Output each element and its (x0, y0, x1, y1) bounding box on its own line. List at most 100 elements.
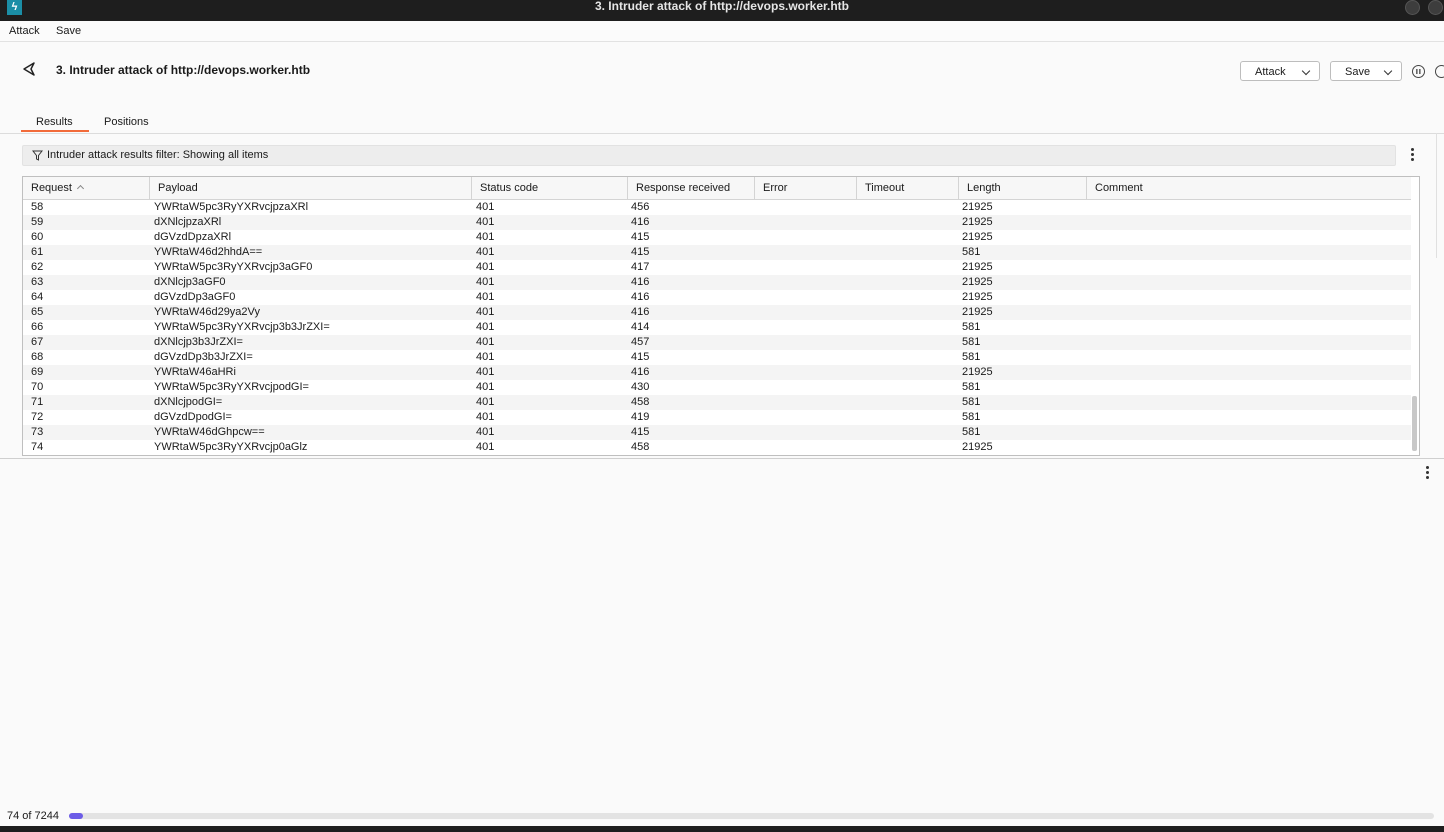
cell-request: 64 (31, 291, 44, 303)
cell-length: 581 (962, 246, 981, 258)
cell-status-code: 401 (476, 441, 495, 453)
column-header-error[interactable]: Error (755, 177, 857, 199)
column-header-timeout[interactable]: Timeout (857, 177, 959, 199)
menu-save[interactable]: Save (56, 25, 81, 37)
minimize-button[interactable] (1405, 0, 1420, 15)
table-row[interactable]: 69 YWRtaW46aHRi 401 416 21925 (23, 365, 1411, 380)
pane-splitter[interactable] (0, 458, 1444, 459)
column-header-length[interactable]: Length (959, 177, 1087, 199)
cell-payload: YWRtaW5pc3RyYXRvcjp3aGF0 (154, 261, 313, 273)
cell-status-code: 401 (476, 321, 495, 333)
results-filter-bar[interactable]: Intruder attack results filter: Showing … (22, 145, 1396, 166)
cell-payload: dXNlcjp3aGF0 (154, 276, 226, 288)
cell-length: 21925 (962, 306, 993, 318)
cell-payload: dGVzdDpodGI= (154, 411, 232, 423)
send-back-icon[interactable] (21, 61, 37, 77)
window-titlebar: ϟ 3. Intruder attack of http://devops.wo… (0, 0, 1444, 21)
cell-response-received: 415 (631, 351, 650, 363)
cell-length: 21925 (962, 441, 993, 453)
cell-response-received: 457 (631, 336, 650, 348)
table-row[interactable]: 71 dXNlcjpodGI= 401 458 581 (23, 395, 1411, 410)
tab-results[interactable]: Results (36, 116, 73, 128)
cell-status-code: 401 (476, 336, 495, 348)
cell-request: 66 (31, 321, 44, 333)
cell-request: 68 (31, 351, 44, 363)
results-options-kebab-icon[interactable] (1411, 148, 1414, 163)
table-row[interactable]: 72 dGVzdDpodGI= 401 419 581 (23, 410, 1411, 425)
window-title: 3. Intruder attack of http://devops.work… (594, 0, 850, 13)
cell-response-received: 458 (631, 396, 650, 408)
cell-length: 581 (962, 381, 981, 393)
results-table: Request Payload Status code Response rec… (22, 176, 1420, 456)
help-icon[interactable] (1435, 65, 1444, 78)
cell-length: 21925 (962, 201, 993, 213)
column-header-status-code[interactable]: Status code (472, 177, 628, 199)
column-header-request[interactable]: Request (23, 177, 150, 199)
menu-attack[interactable]: Attack (9, 25, 40, 37)
table-header: Request Payload Status code Response rec… (23, 177, 1411, 200)
table-row[interactable]: 67 dXNlcjp3b3JrZXI= 401 457 581 (23, 335, 1411, 350)
cell-length: 21925 (962, 366, 993, 378)
cell-length: 581 (962, 336, 981, 348)
table-row[interactable]: 64 dGVzdDp3aGF0 401 416 21925 (23, 290, 1411, 305)
table-row[interactable]: 74 YWRtaW5pc3RyYXRvcjp0aGlz 401 458 21925 (23, 440, 1411, 455)
close-button[interactable] (1428, 0, 1443, 15)
tab-positions[interactable]: Positions (104, 116, 149, 128)
cell-payload: YWRtaW46aHRi (154, 366, 236, 378)
cell-payload: dGVzdDpzaXRl (154, 231, 232, 243)
column-header-comment[interactable]: Comment (1087, 177, 1411, 199)
table-row[interactable]: 58 YWRtaW5pc3RyYXRvcjpzaXRl 401 456 21925 (23, 200, 1411, 215)
attack-dropdown-button[interactable]: Attack (1240, 61, 1320, 81)
cell-request: 71 (31, 396, 44, 408)
cell-payload: dXNlcjp3b3JrZXI= (154, 336, 243, 348)
cell-length: 21925 (962, 231, 993, 243)
cell-request: 63 (31, 276, 44, 288)
table-row[interactable]: 68 dGVzdDp3b3JrZXI= 401 415 581 (23, 350, 1411, 365)
cell-request: 73 (31, 426, 44, 438)
table-row[interactable]: 61 YWRtaW46d2hhdA== 401 415 581 (23, 245, 1411, 260)
table-scrollbar[interactable] (1412, 396, 1417, 451)
table-row[interactable]: 65 YWRtaW46d29ya2Vy 401 416 21925 (23, 305, 1411, 320)
cell-request: 67 (31, 336, 44, 348)
cell-request: 72 (31, 411, 44, 423)
cell-request: 62 (31, 261, 44, 273)
page-title: 3. Intruder attack of http://devops.work… (56, 63, 311, 77)
cell-length: 581 (962, 321, 981, 333)
save-dropdown-button[interactable]: Save (1330, 61, 1402, 81)
pause-icon[interactable] (1412, 65, 1425, 78)
table-row[interactable]: 63 dXNlcjp3aGF0 401 416 21925 (23, 275, 1411, 290)
table-row[interactable]: 70 YWRtaW5pc3RyYXRvcjpodGI= 401 430 581 (23, 380, 1411, 395)
table-row[interactable]: 59 dXNlcjpzaXRl 401 416 21925 (23, 215, 1411, 230)
table-row[interactable]: 73 YWRtaW46dGhpcw== 401 415 581 (23, 425, 1411, 440)
cell-status-code: 401 (476, 201, 495, 213)
cell-request: 61 (31, 246, 44, 258)
cell-payload: YWRtaW5pc3RyYXRvcjpzaXRl (154, 201, 309, 213)
table-row[interactable]: 60 dGVzdDpzaXRl 401 415 21925 (23, 230, 1411, 245)
cell-length: 21925 (962, 261, 993, 273)
cell-payload: YWRtaW5pc3RyYXRvcjpodGI= (154, 381, 309, 393)
cell-request: 60 (31, 231, 44, 243)
column-header-response-received[interactable]: Response received (628, 177, 755, 199)
table-row[interactable]: 66 YWRtaW5pc3RyYXRvcjp3b3JrZXI= 401 414 581 (23, 320, 1411, 335)
cell-payload: dGVzdDp3aGF0 (154, 291, 236, 303)
cell-payload: YWRtaW46d29ya2Vy (154, 306, 260, 318)
bottom-edge (0, 826, 1444, 832)
sort-ascending-icon (76, 184, 85, 193)
save-button-label: Save (1345, 66, 1371, 78)
cell-status-code: 401 (476, 396, 495, 408)
cell-payload: YWRtaW46d2hhdA== (154, 246, 263, 258)
cell-response-received: 414 (631, 321, 650, 333)
cell-length: 581 (962, 351, 981, 363)
cell-length: 21925 (962, 291, 993, 303)
cell-length: 581 (962, 426, 981, 438)
cell-response-received: 415 (631, 231, 650, 243)
cell-length: 581 (962, 396, 981, 408)
editor-options-kebab-icon[interactable] (1426, 466, 1429, 481)
table-row[interactable]: 62 YWRtaW5pc3RyYXRvcjp3aGF0 401 417 21925 (23, 260, 1411, 275)
cell-response-received: 416 (631, 216, 650, 228)
column-header-payload[interactable]: Payload (150, 177, 472, 199)
filter-text: Intruder attack results filter: Showing … (47, 149, 269, 161)
chevron-down-icon (1383, 66, 1393, 76)
cell-payload: YWRtaW5pc3RyYXRvcjp3b3JrZXI= (154, 321, 330, 333)
cell-status-code: 401 (476, 291, 495, 303)
